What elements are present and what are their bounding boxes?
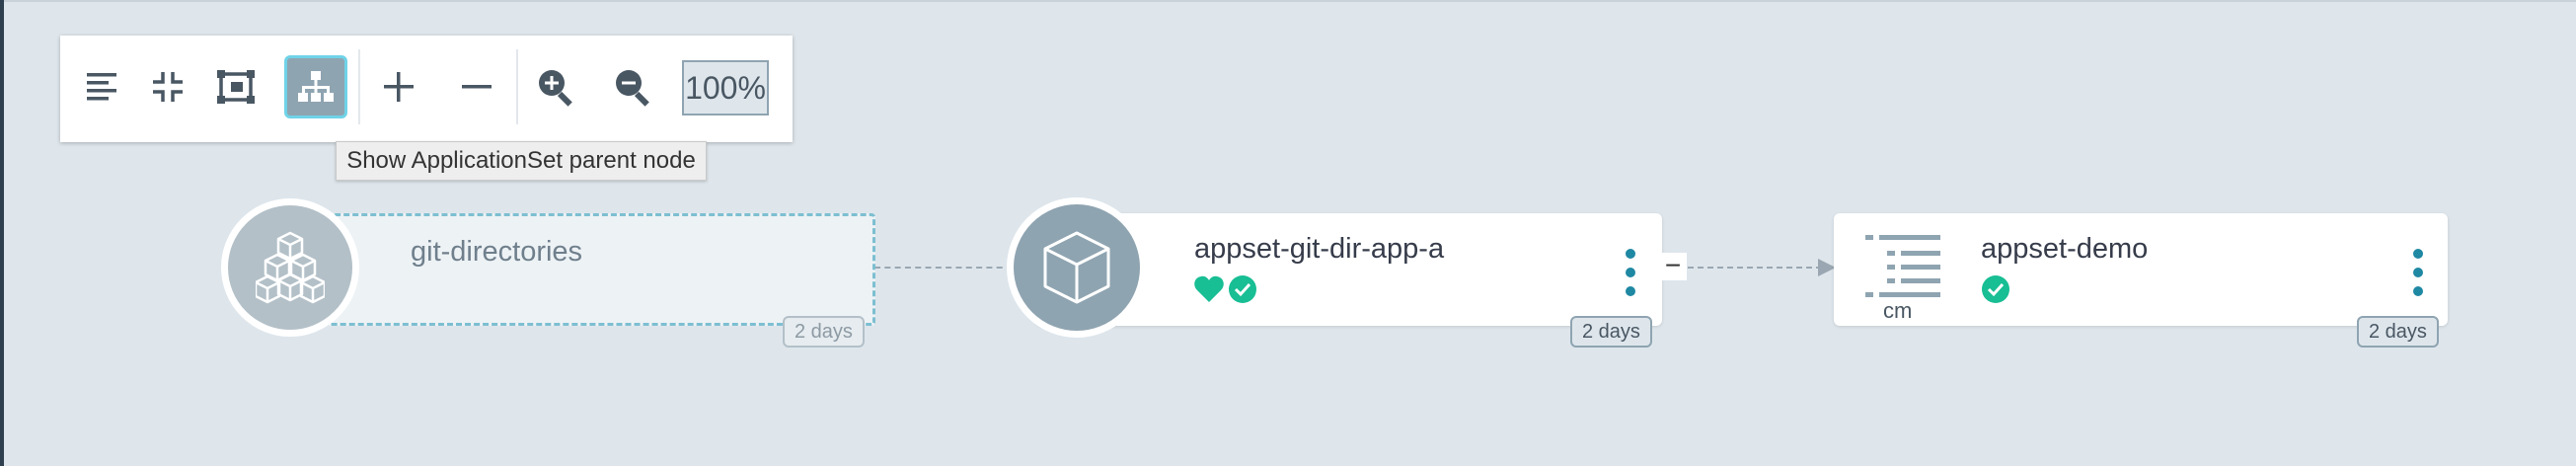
list-view-icon[interactable] (70, 55, 133, 118)
app-actions-menu[interactable] (1621, 249, 1640, 296)
plus-icon[interactable] (367, 55, 430, 118)
top-border (0, 0, 2576, 2)
toolbar-divider (358, 49, 360, 124)
zoom-level[interactable]: 100% (682, 60, 769, 116)
node-title: git-directories (411, 236, 583, 268)
configmap-icon (1865, 235, 1940, 297)
applicationset-tree-icon[interactable] (284, 55, 347, 118)
synced-check-icon (1229, 275, 1256, 303)
zoom-out-icon[interactable] (601, 55, 664, 118)
graph-toolbar: 100% (60, 36, 793, 142)
synced-check-icon (1982, 275, 2009, 303)
resource-kind-label: cm (1883, 298, 1913, 323)
applicationset-node[interactable]: git-directories (286, 213, 875, 326)
toolbar-divider (516, 49, 518, 124)
edge-appset-to-app (874, 267, 1013, 269)
age-badge: 2 days (1570, 316, 1652, 348)
minus-icon[interactable] (445, 55, 508, 118)
collapse-button[interactable]: − (1659, 252, 1687, 280)
configmap-node[interactable]: cm appset-demo (1834, 213, 2448, 326)
heart-health-icon (1194, 275, 1224, 302)
edge-app-to-configmap (1688, 267, 1822, 269)
tooltip: Show ApplicationSet parent node (336, 141, 707, 181)
compact-view-icon[interactable] (136, 55, 199, 118)
age-badge: 2 days (2357, 316, 2439, 348)
node-title: appset-demo (1981, 233, 2149, 265)
zoom-in-icon[interactable] (524, 55, 587, 118)
fit-view-icon[interactable] (204, 55, 267, 118)
left-border (0, 0, 4, 466)
node-title: appset-git-dir-app-a (1194, 233, 1445, 265)
cubes-icon (221, 198, 359, 337)
age-badge: 2 days (783, 316, 865, 348)
cube-icon (1007, 197, 1147, 338)
configmap-actions-menu[interactable] (2408, 249, 2428, 296)
